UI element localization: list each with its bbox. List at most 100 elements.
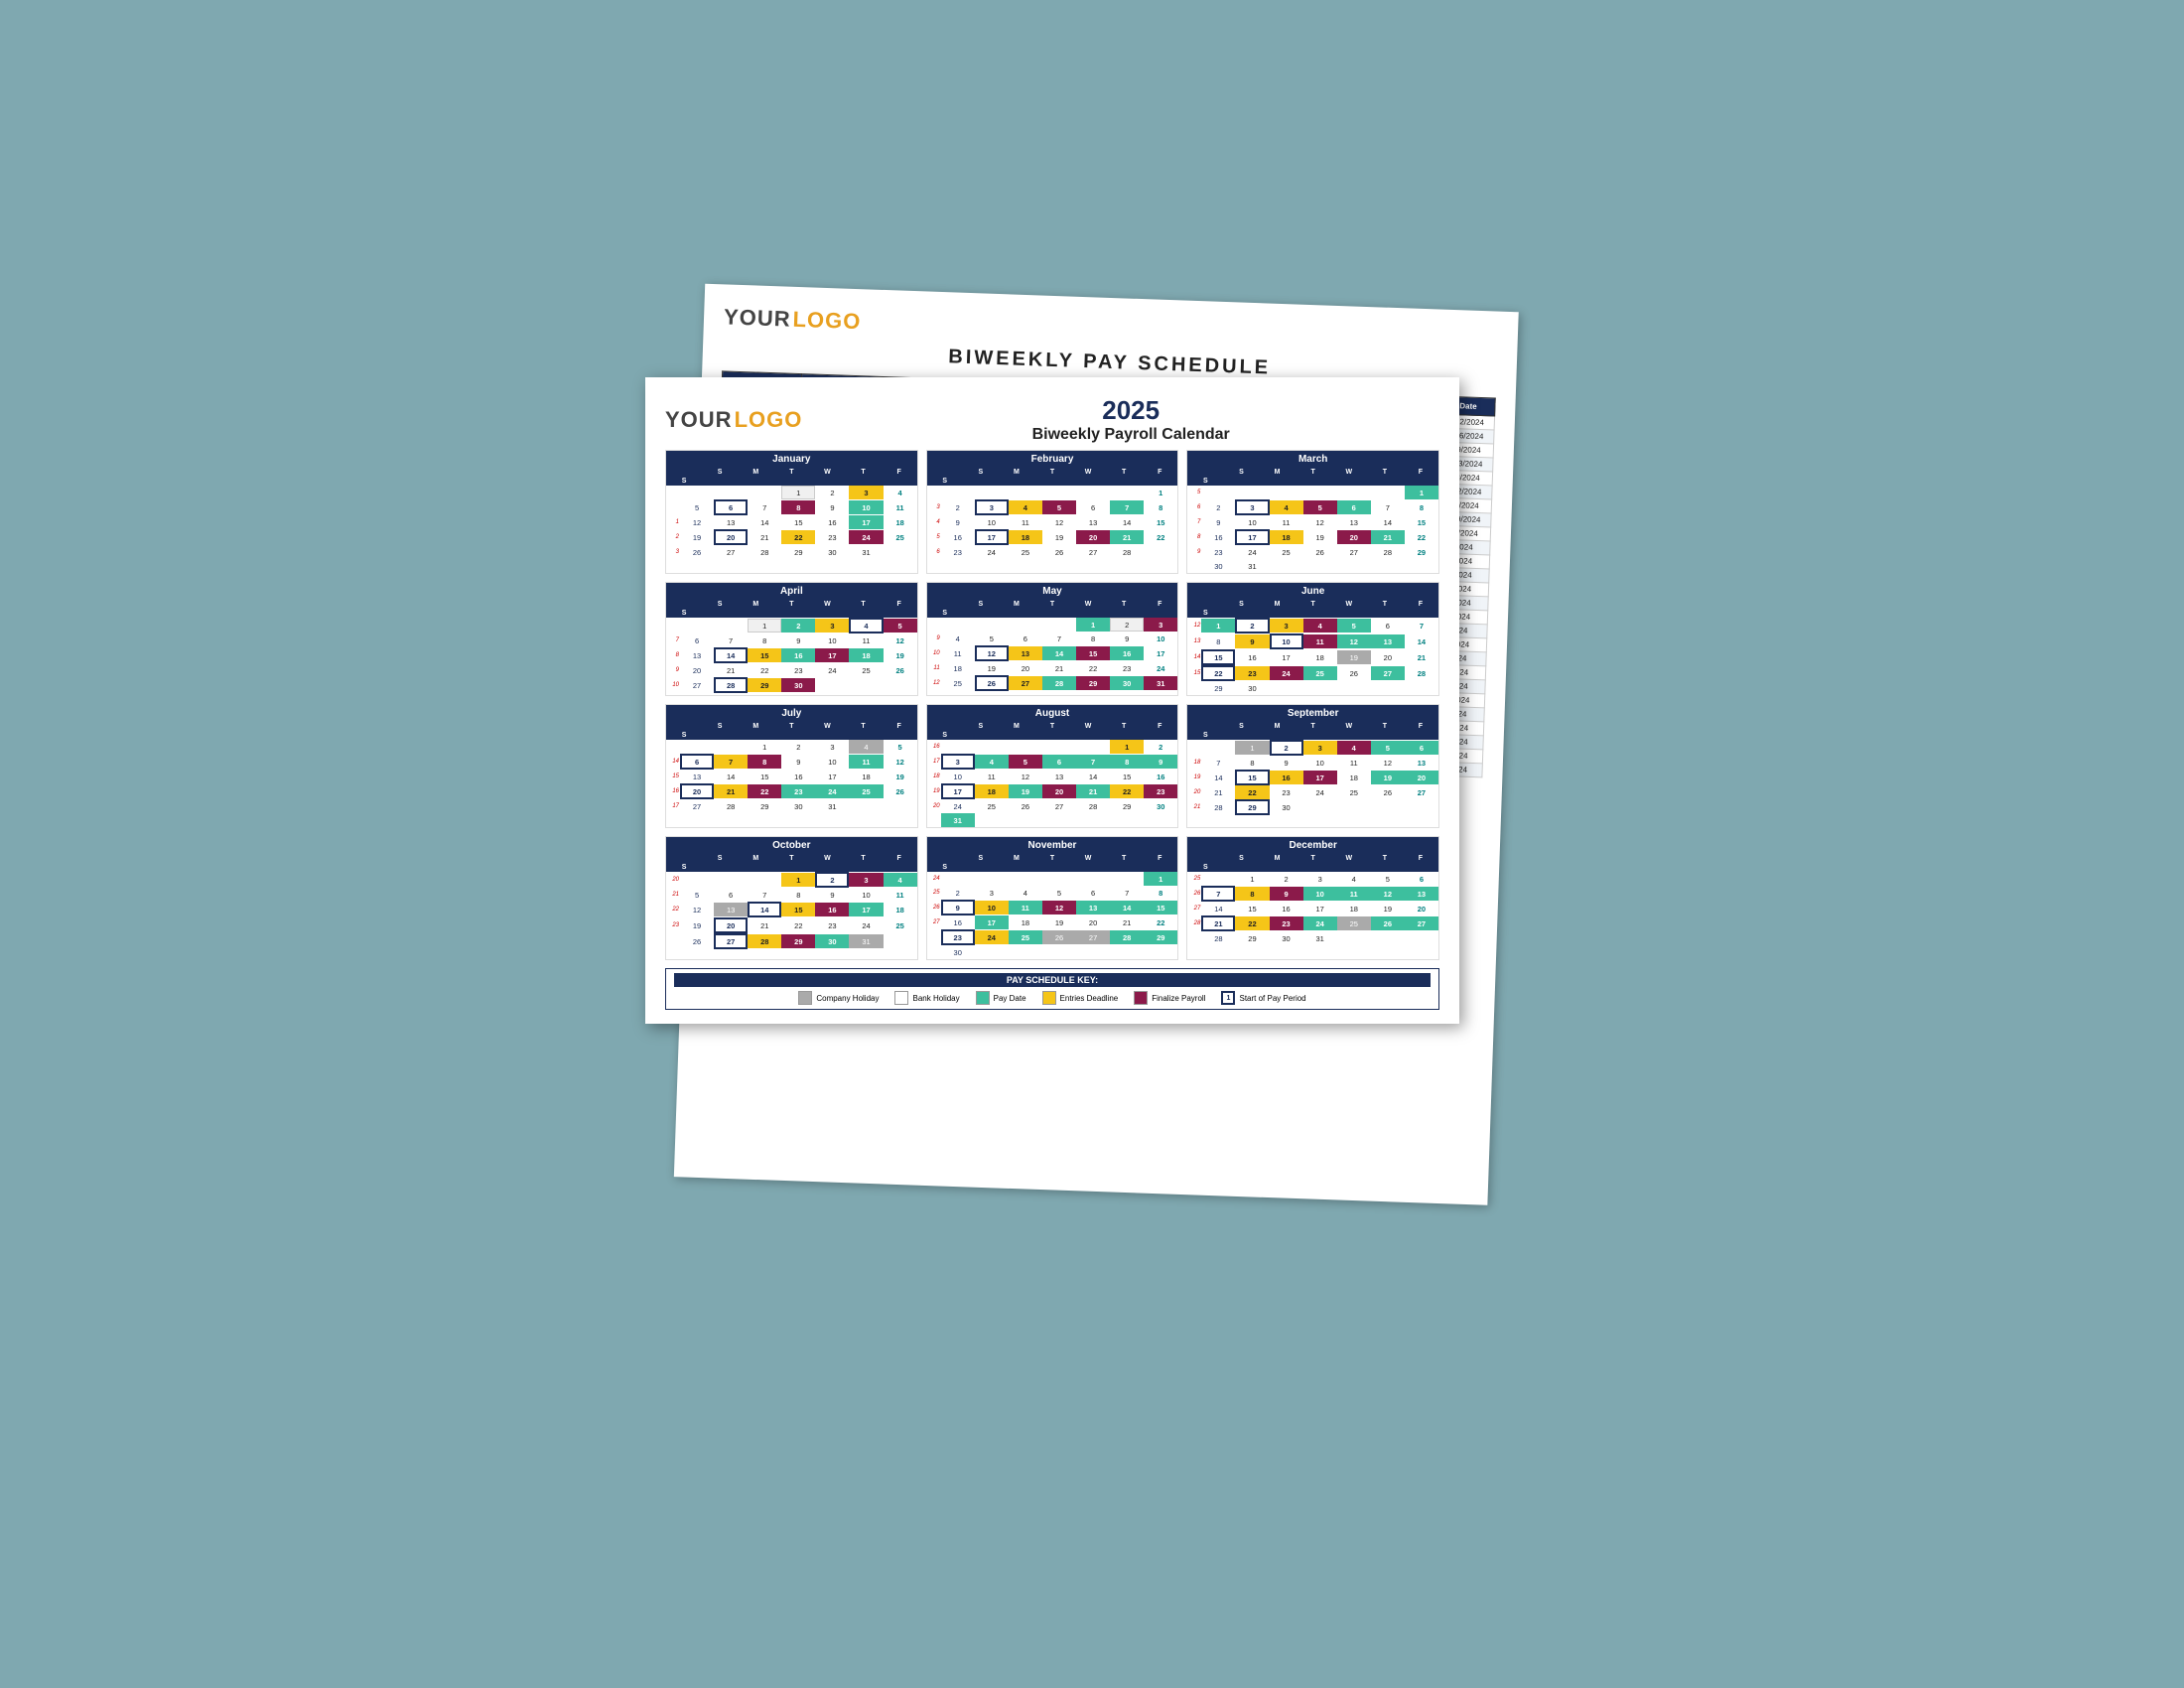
day-cell: 23 — [1110, 661, 1144, 675]
day-cell — [849, 678, 883, 692]
day-cell: 1 — [748, 740, 781, 754]
week-row: 12345 — [666, 618, 917, 633]
week-row: 1 — [927, 486, 1178, 499]
day-label: W — [809, 600, 845, 609]
day-labels-july: SMTWTFS — [666, 722, 917, 740]
day-cell: 1 — [781, 873, 815, 887]
day-label: T — [845, 600, 881, 609]
day-cell: 21 — [1201, 785, 1235, 799]
day-cell: 29 — [1235, 931, 1269, 945]
day-cell: 24 — [1235, 545, 1269, 559]
legend-finalize-payroll: Finalize Payroll — [1134, 991, 1205, 1005]
day-label: S — [702, 468, 738, 477]
day-cell: 19 — [1371, 771, 1405, 784]
day-cell: 17 — [815, 770, 849, 783]
day-label: W — [1331, 722, 1367, 731]
day-cell: 28 — [1201, 931, 1235, 945]
day-label: S — [927, 609, 963, 618]
day-cell: 6 — [680, 754, 714, 770]
day-label: M — [738, 600, 773, 609]
day-cell: 12 — [1371, 756, 1405, 770]
day-cell: 4 — [1303, 619, 1337, 633]
day-cell: 4 — [1270, 500, 1303, 514]
day-cell: 12 — [1009, 770, 1042, 783]
week-row: 567891011 — [666, 499, 917, 515]
week-number: 7 — [1187, 519, 1201, 525]
day-cell — [1042, 618, 1076, 632]
day-cell — [714, 740, 748, 754]
day-cell — [1371, 486, 1405, 499]
day-label: W — [1331, 854, 1367, 863]
day-cell: 10 — [849, 500, 883, 514]
week-row: 31 — [927, 813, 1178, 827]
day-cell: 20 — [714, 917, 748, 933]
week-number: 5 — [1187, 490, 1201, 495]
week-row: 13891011121314 — [1187, 633, 1438, 649]
day-cell: 12 — [1303, 515, 1337, 529]
day-cell: 5 — [884, 619, 917, 633]
day-cell — [1076, 740, 1110, 754]
day-cell: 13 — [680, 648, 714, 662]
day-cell: 4 — [941, 632, 975, 645]
week-number: 12 — [927, 680, 941, 686]
day-cell: 29 — [1235, 799, 1269, 815]
day-cell: 8 — [1201, 634, 1235, 648]
day-cell — [815, 678, 849, 692]
day-label: W — [1331, 600, 1367, 609]
month-header-october: October — [666, 837, 917, 854]
day-cell: 23 — [1270, 916, 1303, 930]
day-cell: 3 — [849, 486, 883, 499]
day-cell: 28 — [1110, 930, 1144, 944]
day-cell: 18 — [849, 770, 883, 783]
week-row: 1620212223242526 — [666, 783, 917, 799]
day-cell: 17 — [1144, 646, 1177, 660]
day-cell — [1337, 800, 1371, 814]
day-cell: 29 — [781, 545, 815, 559]
week-row: 62345678 — [1187, 499, 1438, 515]
day-cell — [1110, 813, 1144, 827]
day-label: T — [1296, 722, 1331, 731]
day-cell: 12 — [884, 755, 917, 769]
day-label: S — [963, 722, 999, 731]
day-cell: 30 — [1235, 681, 1269, 695]
month-body-march: 5162345678791011121314158161718192021229… — [1187, 486, 1438, 573]
day-label: T — [1367, 722, 1403, 731]
day-cell — [1042, 872, 1076, 886]
week-number: 7 — [666, 637, 680, 643]
week-row: 79101112131415 — [1187, 515, 1438, 529]
day-label: F — [882, 722, 917, 731]
week-row: 923242526272829 — [1187, 545, 1438, 559]
day-cell: 11 — [941, 646, 975, 660]
month-january: JanuarySMTWTFS12345678910111121314151617… — [665, 450, 918, 574]
day-cell: 20 — [1009, 661, 1042, 675]
day-cell — [1009, 740, 1042, 754]
day-cell: 28 — [748, 545, 781, 559]
day-labels-march: SMTWTFS — [1187, 468, 1438, 486]
day-label: S — [927, 477, 963, 486]
day-label: S — [702, 722, 738, 731]
day-cell: 22 — [1144, 915, 1177, 929]
day-cell: 16 — [941, 530, 975, 544]
day-cell: 21 — [714, 663, 748, 677]
day-cell: 1 — [748, 619, 781, 633]
week-row: 51 — [1187, 486, 1438, 499]
day-cell: 9 — [941, 515, 975, 529]
legend-pay-date: Pay Date — [976, 991, 1026, 1005]
day-cell — [941, 618, 975, 632]
day-cell: 30 — [815, 934, 849, 948]
day-label: T — [1367, 854, 1403, 863]
day-cell: 3 — [975, 886, 1009, 900]
day-label: M — [1260, 600, 1296, 609]
day-cell: 25 — [975, 799, 1009, 813]
day-cell: 5 — [680, 500, 714, 514]
day-cell: 4 — [1337, 741, 1371, 755]
day-cell: 15 — [1235, 770, 1269, 785]
week-number: 9 — [1187, 549, 1201, 555]
day-cell — [680, 486, 714, 499]
day-cell: 21 — [1076, 784, 1110, 798]
day-cell: 3 — [1270, 619, 1303, 633]
month-body-may: 1239456789101011121314151617111819202122… — [927, 618, 1178, 691]
day-cell: 22 — [1235, 916, 1269, 930]
day-cell: 11 — [1303, 634, 1337, 648]
day-cell: 7 — [1042, 632, 1076, 645]
